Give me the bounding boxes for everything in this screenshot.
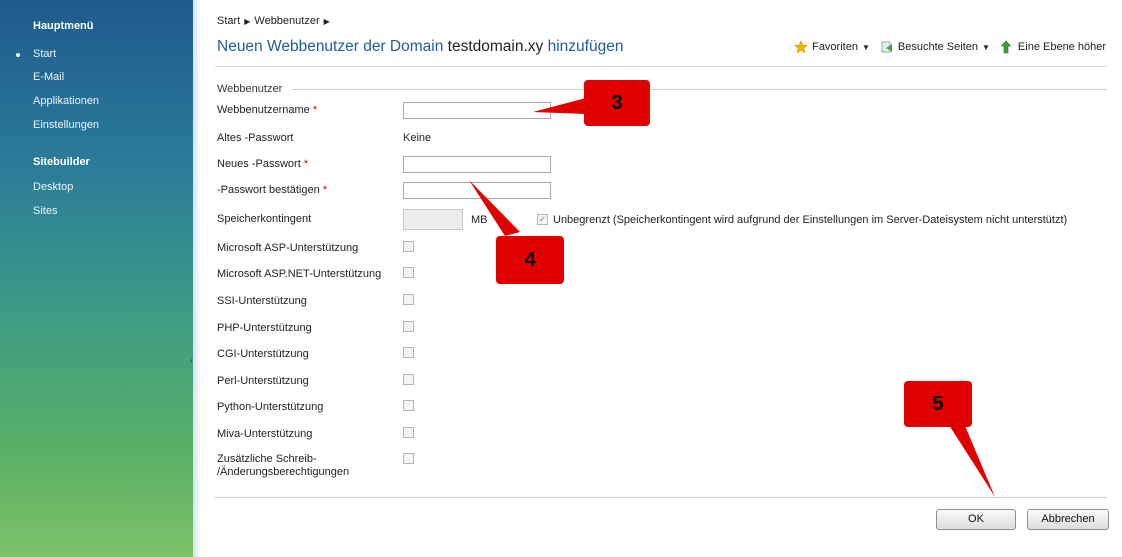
callout-5: 5: [904, 381, 972, 427]
callout-4-arrow: [469, 180, 520, 236]
callout-3: 3: [584, 80, 650, 126]
callout-4: 4: [496, 236, 564, 284]
callout-3-arrow: [533, 98, 586, 114]
section-legend: Webbenutzer: [217, 83, 289, 95]
